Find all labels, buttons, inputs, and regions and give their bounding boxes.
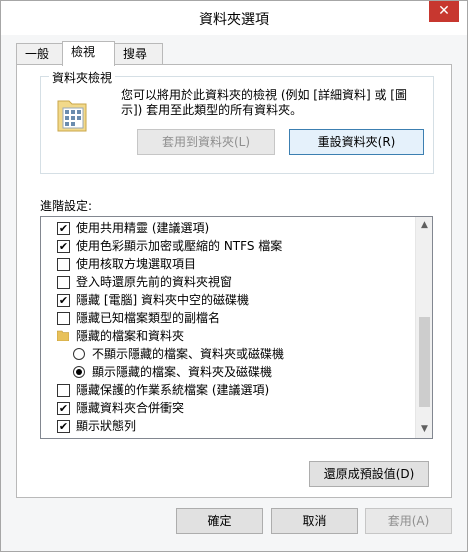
reset-folders-button[interactable]: 重設資料夾(R) <box>289 129 424 155</box>
advanced-setting-label: 隱藏保護的作業系統檔案 (建議選項) <box>76 383 270 397</box>
advanced-setting-label: 顯示狀態列 <box>76 419 137 433</box>
advanced-setting-label: 隱藏 [電腦] 資料夾中空的磁碟機 <box>76 293 249 307</box>
advanced-setting-row[interactable]: ✔ 使用共用精靈 (建議選項) <box>41 219 411 237</box>
advanced-setting-row[interactable]: 隱藏已知檔案類型的副檔名 <box>41 309 411 327</box>
folder-options-dialog: 資料夾選項 ✕ 一般 檢視 搜尋 資料夾檢視 您可以將用於此資料夾的檢視 (例如… <box>0 0 468 552</box>
advanced-setting-row[interactable]: 不顯示隱藏的檔案、資料夾或磁碟機 <box>41 345 411 363</box>
ok-button[interactable]: 確定 <box>176 508 263 534</box>
advanced-setting-row[interactable]: ✔ 使用色彩顯示加密或壓縮的 NTFS 檔案 <box>41 237 411 255</box>
unchecked-checkbox[interactable] <box>57 276 70 289</box>
apply-button[interactable]: 套用(A) <box>365 508 452 534</box>
advanced-setting-row[interactable]: 顯示隱藏的檔案、資料夾及磁碟機 <box>41 363 411 381</box>
radio-dot <box>76 369 82 375</box>
close-icon: ✕ <box>438 3 450 19</box>
view-tab-panel: 資料夾檢視 您可以將用於此資料夾的檢視 (例如 [詳細資料] 或 [圖示]) 套… <box>16 64 452 498</box>
scroll-thumb[interactable] <box>419 317 430 407</box>
vertical-scrollbar[interactable]: ▲ ▼ <box>415 217 432 438</box>
advanced-setting-label: 隱藏已知檔案類型的副檔名 <box>76 311 221 325</box>
unselected-radio[interactable] <box>73 348 85 360</box>
advanced-setting-label: 使用色彩顯示加密或壓縮的 NTFS 檔案 <box>76 239 283 253</box>
advanced-setting-row[interactable]: 隱藏的檔案和資料夾 <box>41 327 411 345</box>
advanced-setting-label: 不顯示隱藏的檔案、資料夾或磁碟機 <box>92 347 285 361</box>
scroll-up-icon[interactable]: ▲ <box>416 217 432 234</box>
advanced-setting-row[interactable]: 登入時還原先前的資料夾視窗 <box>41 273 411 291</box>
checked-checkbox[interactable]: ✔ <box>57 294 70 307</box>
checked-checkbox[interactable]: ✔ <box>57 420 70 433</box>
tab-view[interactable]: 檢視 <box>62 41 115 66</box>
cancel-button[interactable]: 取消 <box>271 508 358 534</box>
folder-views-description: 您可以將用於此資料夾的檢視 (例如 [詳細資料] 或 [圖示]) 套用至此類型的… <box>121 88 407 117</box>
tab-general[interactable]: 一般 <box>16 43 63 65</box>
window-title: 資料夾選項 <box>199 12 269 28</box>
unchecked-checkbox[interactable] <box>57 258 70 271</box>
advanced-setting-label: 登入時還原先前的資料夾視窗 <box>76 275 233 289</box>
folder-views-icon <box>57 100 87 132</box>
advanced-setting-row[interactable]: 使用核取方塊選取項目 <box>41 255 411 273</box>
advanced-settings-list[interactable]: ✔ 使用共用精靈 (建議選項) ✔ 使用色彩顯示加密或壓縮的 NTFS 檔案 使用核取方… <box>40 216 433 439</box>
checked-checkbox[interactable]: ✔ <box>57 222 70 235</box>
unchecked-checkbox[interactable] <box>57 312 70 325</box>
scroll-down-icon[interactable]: ▼ <box>416 421 432 438</box>
folder-views-group: 資料夾檢視 您可以將用於此資料夾的檢視 (例如 [詳細資料] 或 [圖示]) 套… <box>40 69 434 174</box>
title-bar[interactable]: 資料夾選項 ✕ <box>1 1 467 35</box>
advanced-setting-label: 隱藏資料夾合併衝突 <box>76 401 185 415</box>
advanced-setting-label: 隱藏的檔案和資料夾 <box>76 329 185 343</box>
selected-radio[interactable] <box>73 366 85 378</box>
advanced-setting-row[interactable]: ✔ 顯示狀態列 <box>41 417 411 435</box>
advanced-setting-row[interactable]: ✔ 隱藏 [電腦] 資料夾中空的磁碟機 <box>41 291 411 309</box>
tab-search[interactable]: 搜尋 <box>114 43 163 65</box>
checked-checkbox[interactable]: ✔ <box>57 402 70 415</box>
close-button[interactable]: ✕ <box>429 1 459 22</box>
checked-checkbox[interactable]: ✔ <box>57 240 70 253</box>
advanced-setting-label: 使用核取方塊選取項目 <box>76 257 197 271</box>
advanced-setting-label: 顯示隱藏的檔案、資料夾及磁碟機 <box>92 365 273 379</box>
advanced-setting-row[interactable]: ✔ 隱藏資料夾合併衝突 <box>41 399 411 417</box>
advanced-setting-label: 使用共用精靈 (建議選項) <box>76 221 210 235</box>
folder-icon <box>57 330 69 341</box>
unchecked-checkbox[interactable] <box>57 384 70 397</box>
advanced-setting-row[interactable]: 隱藏保護的作業系統檔案 (建議選項) <box>41 381 411 399</box>
advanced-settings-label: 進階設定: <box>40 199 93 213</box>
apply-to-folders-button[interactable]: 套用到資料夾(L) <box>137 129 275 155</box>
folder-views-title: 資料夾檢視 <box>49 69 116 86</box>
restore-defaults-button[interactable]: 還原成預設值(D) <box>309 461 429 487</box>
